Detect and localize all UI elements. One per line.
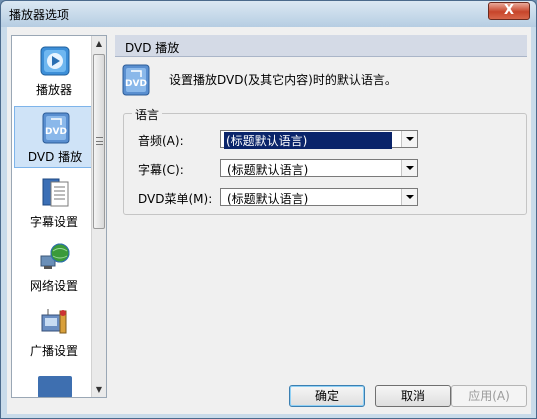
panel-description: 设置播放DVD(及其它内容)时的默认语言。: [169, 73, 397, 87]
settings-panel: DVD 播放 DVD 设置播放DVD(及其它内容)时的默认语言。 语言 音频(A…: [115, 35, 527, 375]
sidebar-item-player[interactable]: 播放器: [14, 40, 94, 102]
select-value: (标题默认语言): [224, 132, 392, 149]
category-sidebar: 播放器 DVD DVD 播放 字幕设置 网络设置 广播设置 ▲ ▼: [11, 35, 107, 398]
window-title: 播放器选项: [9, 8, 70, 22]
dialog-client-area: 播放器 DVD DVD 播放 字幕设置 网络设置 广播设置 ▲ ▼ DVD 播放…: [7, 27, 531, 414]
select-value: (标题默认语言): [227, 192, 309, 206]
section-title: DVD 播放: [125, 41, 180, 55]
subtitle-label: 字幕(C):: [138, 163, 184, 177]
sidebar-item-label: 字幕设置: [29, 215, 78, 229]
sidebar-item-network[interactable]: 网络设置: [14, 236, 94, 298]
scroll-up-arrow-icon[interactable]: ▲: [92, 36, 106, 51]
select-value: (标题默认语言): [227, 163, 309, 177]
sidebar-scrollbar[interactable]: ▲ ▼: [91, 36, 106, 397]
subtitle-icon: [42, 178, 69, 207]
scroll-thumb[interactable]: [93, 54, 105, 229]
audio-label: 音频(A):: [138, 134, 184, 148]
section-header: DVD 播放: [115, 35, 527, 57]
chevron-down-icon[interactable]: [401, 189, 417, 205]
sidebar-item-dvd[interactable]: DVD DVD 播放: [14, 106, 94, 168]
sidebar-item-subtitles[interactable]: 字幕设置: [14, 172, 94, 234]
dvd-menu-label: DVD菜单(M):: [138, 192, 213, 206]
scroll-down-arrow-icon[interactable]: ▼: [92, 382, 106, 397]
player-icon: [40, 46, 70, 76]
chevron-down-icon[interactable]: [401, 131, 417, 147]
cancel-button[interactable]: 取消: [375, 385, 451, 407]
network-globe-icon: [40, 243, 70, 269]
dvd-menu-language-select[interactable]: (标题默认语言): [220, 188, 418, 206]
ok-button[interactable]: 确定: [289, 385, 365, 407]
sidebar-item-label: DVD 播放: [27, 150, 83, 164]
audio-language-select[interactable]: (标题默认语言): [220, 130, 418, 149]
sidebar-item-label: 网络设置: [29, 279, 78, 293]
chevron-down-icon[interactable]: [401, 160, 417, 176]
group-label: 语言: [132, 106, 163, 123]
close-button[interactable]: X: [488, 2, 530, 20]
sidebar-item-broadcast[interactable]: 广播设置: [14, 301, 94, 363]
partial-item-icon: [38, 376, 72, 397]
svg-text:DVD: DVD: [45, 127, 67, 137]
language-groupbox: 语言 音频(A): (标题默认语言) 字幕(C): (标题默认语言) DVD菜单…: [123, 106, 527, 215]
apply-button[interactable]: 应用(A): [451, 385, 527, 407]
svg-text:DVD: DVD: [125, 79, 147, 89]
dvd-icon: DVD: [42, 112, 70, 144]
sidebar-item-label: 播放器: [35, 83, 72, 97]
broadcast-icon: [41, 309, 67, 334]
grip-icon: [96, 137, 103, 145]
title-bar[interactable]: 播放器选项 X: [1, 1, 536, 27]
player-options-dialog: 播放器选项 X 播放器 DVD DVD 播放 字幕设置 网络设置 广播设置 ▲ …: [0, 0, 537, 419]
subtitle-language-select[interactable]: (标题默认语言): [220, 159, 418, 177]
dvd-icon: DVD: [122, 64, 150, 96]
sidebar-item-label: 广播设置: [29, 344, 78, 358]
